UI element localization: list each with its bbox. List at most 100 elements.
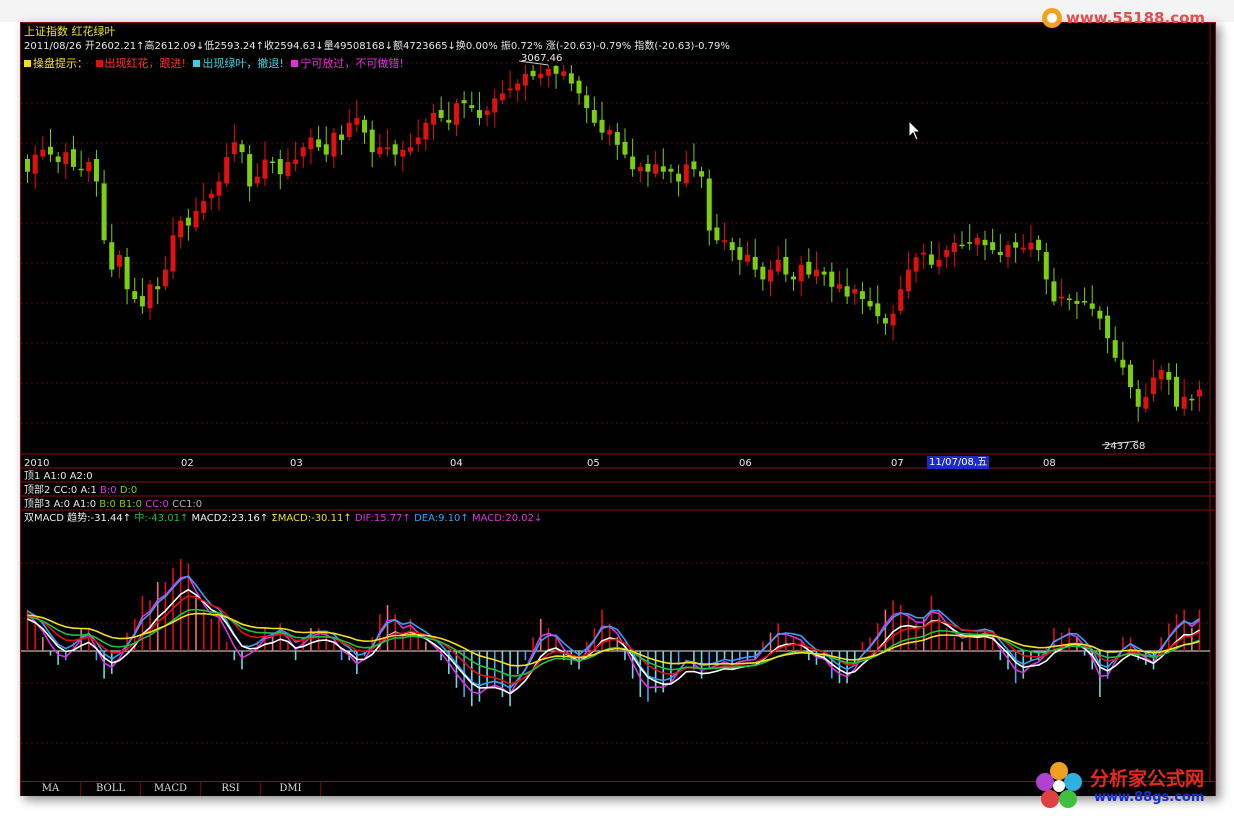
candle-body (760, 266, 766, 280)
date-label: 2010 (24, 458, 50, 469)
candle-body (591, 110, 597, 123)
candle-body (515, 83, 521, 91)
chart-window[interactable]: 上证指数 红花绿叶 2011/08/26 开2602.21↑高2612.09↓低… (20, 22, 1216, 796)
watermark-bottom: 分析家公式网 www.88gs.com (1032, 756, 1232, 814)
candle-body (561, 71, 567, 76)
indicator-value: B:0 (100, 485, 117, 496)
quote-info-line: 2011/08/26 开2602.21↑高2612.09↓低2593.24↑收2… (24, 41, 730, 52)
candle-body (859, 291, 865, 300)
date-label: 03 (290, 458, 303, 469)
candle-body (32, 154, 38, 174)
candle-body (308, 137, 314, 150)
indicator-row-3: 顶部3 A:0 A1:0 B:0 B1:0 CC:0 CC1:0 (24, 498, 202, 511)
candle-body (813, 269, 819, 277)
candle-body (25, 159, 30, 172)
candle-body (1036, 239, 1042, 251)
candle-body (1020, 247, 1026, 250)
candle-body (913, 257, 919, 272)
candle-body (1128, 364, 1134, 388)
watermark-top-text: www.55188.com (1066, 9, 1206, 27)
candle-body (798, 264, 804, 282)
indicator-value: B1:0 (119, 499, 143, 510)
candle-body (614, 132, 620, 145)
indicator-value: A:0 (53, 499, 70, 510)
candle-body (254, 176, 260, 184)
candle-body (270, 161, 276, 163)
candle-body (124, 256, 130, 290)
candle-body (1013, 242, 1019, 248)
candle-body (354, 117, 360, 125)
date-highlight: 11/07/08,五 (927, 456, 990, 469)
indicator-name: 顶1 (24, 471, 41, 482)
candle-body (1005, 245, 1011, 257)
candle-body (1189, 398, 1195, 401)
watermark-bottom-cn: 分析家公式网 (1090, 768, 1205, 790)
candle-body (852, 289, 858, 294)
candle-body (630, 156, 636, 170)
candle-body (967, 242, 973, 244)
candle-body (944, 250, 950, 257)
candle-body (40, 149, 46, 157)
candle-body (806, 261, 812, 275)
date-label: 04 (450, 458, 463, 469)
candle-body (1174, 376, 1179, 407)
indicator-value: B:0 (99, 499, 116, 510)
candle-body (63, 152, 69, 164)
chart-canvas[interactable] (21, 23, 1215, 781)
mouse-cursor-icon (908, 120, 922, 141)
tab-dmi[interactable]: DMI (261, 782, 321, 796)
candle-body (331, 132, 337, 157)
candle-body (476, 110, 482, 118)
indicator-value: A1:0 (43, 471, 67, 482)
candle-body (400, 149, 406, 157)
candle-body (377, 147, 383, 155)
hint-cyan: 出现绿叶，撤退! (202, 57, 284, 70)
candle-body (86, 161, 92, 172)
indicator-value: A2:0 (69, 471, 93, 482)
candle-body (507, 88, 513, 91)
candle-body (277, 159, 283, 175)
candle-body (791, 276, 796, 280)
tab-macd[interactable]: MACD (141, 782, 201, 796)
watermark-bottom-url: www.88gs.com (1094, 790, 1205, 805)
candle-body (346, 122, 352, 137)
candle-body (430, 112, 436, 125)
date-label: 07 (891, 458, 904, 469)
candle-body (660, 166, 666, 172)
candle-body (905, 269, 911, 292)
candle-body (959, 244, 965, 247)
candle-body (599, 119, 605, 133)
candle-body (132, 291, 138, 300)
candle-body (446, 119, 452, 123)
candle-body (921, 252, 927, 255)
candle-body (1028, 242, 1034, 250)
candle-body (584, 95, 590, 109)
candle-body (645, 163, 651, 172)
candle-body (492, 98, 498, 113)
macd-legend-macd2: MACD2:23.16↑ (191, 513, 269, 524)
macd-legend: 双MACD 趋势:-31.44↑ 中:-43.01↑ MACD2:23.16↑ … (24, 512, 542, 525)
candle-body (262, 159, 268, 179)
candle-body (1066, 298, 1072, 301)
candle-body (752, 256, 758, 270)
candle-body (155, 286, 161, 290)
candle-body (706, 178, 712, 231)
candle-body (1089, 303, 1095, 309)
tab-rsi[interactable]: RSI (201, 782, 261, 796)
candle-body (178, 220, 184, 238)
yellow-square-icon (24, 60, 31, 67)
candle-body (70, 149, 76, 167)
macd-legend-dif: DIF:15.77↑ (354, 513, 411, 524)
tab-boll[interactable]: BOLL (81, 782, 141, 796)
date-label: 05 (587, 458, 600, 469)
candle-body (522, 73, 528, 86)
candle-body (208, 193, 214, 199)
candle-body (239, 144, 245, 153)
hint-line: 操盘提示： 出现红花，跟进! 出现绿叶，撤退! 宁可放过，不可做错! (24, 57, 404, 70)
candle-body (668, 168, 674, 172)
candle-body (1166, 371, 1172, 380)
candle-body (553, 65, 559, 74)
tab-ma[interactable]: MA (21, 782, 81, 796)
candle-body (637, 166, 643, 172)
candle-body (1158, 370, 1164, 380)
